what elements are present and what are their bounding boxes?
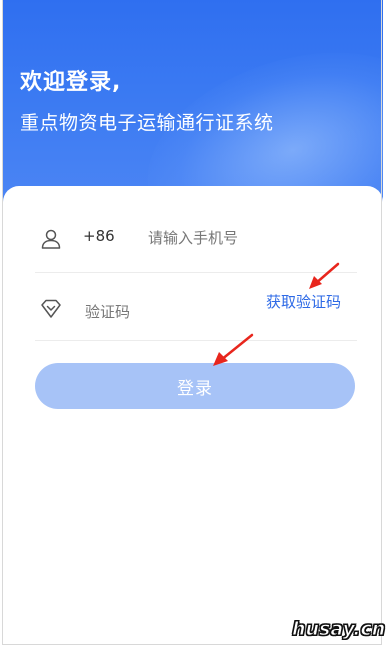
verification-code-input[interactable] [85,298,245,326]
user-icon [40,228,62,250]
login-page: 欢迎登录, 重点物资电子运输通行证系统 +86 获取验证码 [0,0,386,649]
watermark: husay.cn [291,618,386,641]
country-code[interactable]: +86 [83,227,115,245]
diamond-shield-icon [40,298,62,320]
phone-input[interactable] [148,224,348,252]
header-banner: 欢迎登录, 重点物资电子运输通行证系统 [3,0,383,215]
annotation-arrow-code [309,262,340,289]
login-button[interactable]: 登录 [35,363,355,409]
welcome-title: 欢迎登录, [20,70,122,95]
annotation-arrow-login [213,333,254,366]
get-code-button[interactable]: 获取验证码 [266,291,341,312]
login-card: +86 获取验证码 登录 [3,186,383,649]
system-subtitle: 重点物资电子运输通行证系统 [20,112,274,134]
